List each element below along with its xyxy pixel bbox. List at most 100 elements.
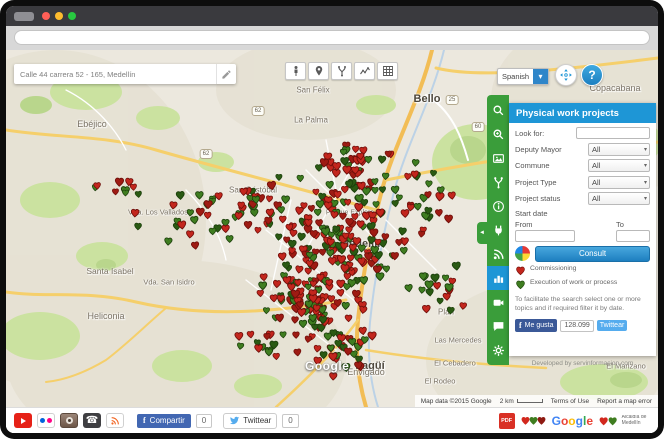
project-marker[interactable]: [404, 173, 411, 180]
project-marker[interactable]: [396, 239, 403, 246]
project-marker[interactable]: [235, 332, 243, 340]
project-marker[interactable]: [280, 332, 287, 338]
project-marker[interactable]: [452, 262, 461, 271]
project-marker[interactable]: [341, 186, 348, 193]
project-marker[interactable]: [305, 336, 312, 343]
project-marker[interactable]: [250, 209, 258, 217]
project-marker[interactable]: [112, 189, 118, 195]
project-marker[interactable]: [422, 305, 430, 313]
toolbar-item-image-gallery[interactable]: [487, 146, 509, 170]
project-marker[interactable]: [437, 298, 443, 304]
project-marker[interactable]: [276, 174, 282, 180]
to-date-input[interactable]: [616, 230, 650, 242]
facebook-share-button[interactable]: f Compartir: [137, 414, 191, 428]
project-marker[interactable]: [392, 200, 399, 207]
project-marker[interactable]: [260, 274, 268, 281]
window-close-button[interactable]: [42, 12, 50, 20]
project-marker[interactable]: [347, 255, 354, 262]
project-marker[interactable]: [226, 236, 233, 243]
project-marker[interactable]: [368, 332, 376, 340]
project-marker[interactable]: [264, 333, 271, 339]
project-marker[interactable]: [352, 146, 359, 153]
project-marker[interactable]: [345, 315, 352, 322]
project-marker[interactable]: [314, 209, 321, 216]
project-marker[interactable]: [135, 223, 142, 230]
address-search-box[interactable]: Calle 44 carrera 52 - 165, Medellín: [14, 64, 236, 84]
add-marker-tool[interactable]: [308, 62, 329, 80]
pan-compass-button[interactable]: [555, 64, 577, 86]
project-marker[interactable]: [247, 331, 254, 338]
project-marker[interactable]: [372, 187, 378, 193]
project-marker[interactable]: [376, 209, 385, 217]
project-marker[interactable]: [414, 203, 421, 210]
collapse-panel-tab[interactable]: ◄: [477, 222, 487, 244]
project-marker[interactable]: [295, 266, 303, 274]
facebook-like-button[interactable]: f Me gusta: [515, 319, 557, 332]
toolbar-item-work-projects-chart[interactable]: [487, 266, 509, 290]
window-minimize-button[interactable]: [55, 12, 63, 20]
project-marker[interactable]: [122, 190, 128, 196]
project-marker[interactable]: [186, 231, 194, 239]
project-marker[interactable]: [418, 231, 425, 238]
project-marker[interactable]: [328, 257, 336, 265]
project-marker[interactable]: [382, 173, 389, 180]
project-marker[interactable]: [204, 212, 211, 219]
project-marker[interactable]: [329, 373, 337, 380]
project-marker[interactable]: [263, 308, 269, 314]
consult-button[interactable]: Consult: [535, 246, 650, 262]
project-marker[interactable]: [378, 156, 386, 164]
project-marker[interactable]: [190, 216, 198, 224]
project-marker[interactable]: [435, 192, 444, 201]
project-marker[interactable]: [316, 200, 324, 208]
project-marker[interactable]: [275, 314, 284, 323]
address-bar-input[interactable]: [14, 30, 650, 45]
project-marker[interactable]: [273, 280, 281, 288]
project-marker[interactable]: [265, 349, 273, 356]
project-marker[interactable]: [297, 233, 305, 241]
project-marker[interactable]: [425, 180, 432, 187]
project-marker[interactable]: [401, 209, 409, 217]
project-marker[interactable]: [337, 289, 345, 297]
toolbar-item-comments[interactable]: [487, 314, 509, 338]
project-marker[interactable]: [254, 227, 261, 234]
project-marker[interactable]: [278, 206, 285, 213]
select-deputy-mayor[interactable]: All▾: [588, 143, 650, 156]
toolbar-item-information[interactable]: [487, 194, 509, 218]
project-marker[interactable]: [340, 149, 346, 155]
project-marker[interactable]: [319, 249, 326, 256]
select-commune[interactable]: All▾: [588, 159, 650, 172]
project-marker[interactable]: [359, 306, 367, 314]
project-marker[interactable]: [334, 191, 341, 198]
toolbar-item-settings[interactable]: [487, 338, 509, 362]
project-marker[interactable]: [405, 284, 413, 292]
report-error-link[interactable]: Report a map error: [597, 398, 652, 405]
project-marker[interactable]: [343, 283, 350, 290]
project-marker[interactable]: [308, 205, 315, 212]
project-marker[interactable]: [459, 302, 466, 309]
project-marker[interactable]: [373, 201, 379, 207]
toolbar-item-zoom[interactable]: [487, 122, 509, 146]
project-marker[interactable]: [314, 345, 321, 352]
project-marker[interactable]: [326, 181, 334, 189]
project-marker[interactable]: [370, 229, 378, 237]
pencil-icon[interactable]: [216, 64, 236, 84]
project-marker[interactable]: [425, 281, 433, 289]
project-marker[interactable]: [426, 289, 434, 297]
project-marker[interactable]: [293, 332, 300, 339]
project-marker[interactable]: [445, 215, 453, 223]
project-marker[interactable]: [294, 349, 302, 357]
project-marker[interactable]: [289, 229, 297, 237]
instagram-icon[interactable]: [60, 413, 78, 428]
project-marker[interactable]: [169, 201, 177, 209]
project-marker[interactable]: [273, 353, 280, 360]
project-marker[interactable]: [327, 345, 334, 352]
project-marker[interactable]: [259, 282, 267, 290]
project-marker[interactable]: [354, 203, 363, 212]
project-marker[interactable]: [222, 225, 230, 233]
pdf-icon[interactable]: PDF: [499, 413, 515, 429]
project-marker[interactable]: [176, 191, 184, 199]
project-marker[interactable]: [255, 345, 263, 353]
map-canvas[interactable]: CopacabanaBelloSan FélixLa PalmaEbéjicoV…: [6, 50, 658, 407]
project-marker[interactable]: [379, 186, 386, 193]
toolbar-item-connections[interactable]: [487, 218, 509, 242]
